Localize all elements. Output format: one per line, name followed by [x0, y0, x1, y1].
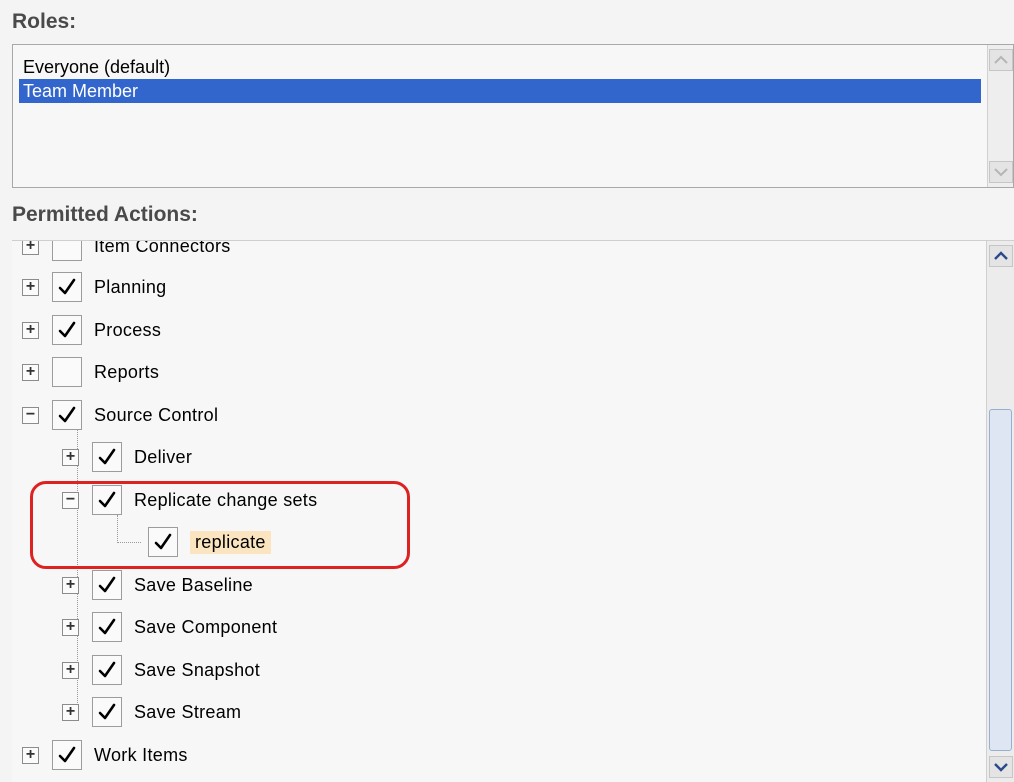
- tree-node-planning[interactable]: + Planning: [22, 272, 166, 302]
- tree-node-label: Save Stream: [134, 701, 242, 722]
- checkmark-icon: [98, 448, 116, 465]
- tree-node-save-component[interactable]: + Save Component: [62, 612, 277, 642]
- expand-icon[interactable]: +: [22, 241, 39, 255]
- tree-node-label: Planning: [94, 276, 167, 297]
- permission-checkbox[interactable]: [92, 697, 122, 727]
- permission-checkbox[interactable]: [52, 740, 82, 770]
- tree-scrollbar[interactable]: [986, 241, 1014, 782]
- expand-icon[interactable]: +: [22, 321, 39, 339]
- expand-icon[interactable]: +: [62, 703, 79, 721]
- chevron-up-icon: [994, 251, 1008, 260]
- checkmark-icon: [58, 321, 76, 338]
- tree-connector-line: [117, 542, 141, 543]
- expand-icon[interactable]: +: [62, 576, 79, 594]
- chevron-down-icon: [994, 168, 1008, 177]
- permission-checkbox[interactable]: [52, 400, 82, 430]
- expand-icon[interactable]: +: [22, 363, 39, 381]
- permission-checkbox[interactable]: [92, 485, 122, 515]
- checkmark-icon: [58, 278, 76, 295]
- permission-checkbox[interactable]: [92, 570, 122, 600]
- permission-checkbox[interactable]: [52, 272, 82, 302]
- permission-checkbox[interactable]: [92, 612, 122, 642]
- tree-node-reports[interactable]: + Reports: [22, 357, 159, 387]
- tree-node-label: Save Snapshot: [134, 659, 260, 680]
- checkmark-icon: [58, 746, 76, 763]
- roles-heading: Roles:: [12, 10, 77, 33]
- tree-node-label: Process: [94, 319, 162, 340]
- tree-node-replicate[interactable]: replicate: [148, 527, 271, 557]
- expand-icon[interactable]: +: [62, 661, 79, 679]
- checkmark-icon: [98, 576, 116, 593]
- permission-checkbox[interactable]: [148, 527, 178, 557]
- roles-list[interactable]: Everyone (default) Team Member: [12, 44, 1014, 188]
- scroll-down-button[interactable]: [989, 161, 1013, 183]
- permitted-actions-heading: Permitted Actions:: [12, 203, 198, 226]
- tree-node-label: Save Component: [134, 616, 278, 637]
- tree-node-save-snapshot[interactable]: + Save Snapshot: [62, 655, 260, 685]
- expand-icon[interactable]: +: [22, 746, 39, 764]
- tree-node-label: replicate: [190, 530, 271, 554]
- checkmark-icon: [58, 406, 76, 423]
- tree-connector-line: [117, 515, 118, 543]
- scroll-up-button[interactable]: [989, 49, 1013, 71]
- checkmark-icon: [98, 703, 116, 720]
- tree-scroll-up-button[interactable]: [989, 245, 1013, 267]
- checkmark-icon: [98, 618, 116, 635]
- permission-checkbox[interactable]: [92, 655, 122, 685]
- tree-node-item-connectors[interactable]: + Item Connectors: [22, 240, 231, 261]
- tree-node-replicate-change-sets[interactable]: − Replicate change sets: [62, 485, 317, 515]
- tree-node-label: Reports: [94, 361, 160, 382]
- checkmark-icon: [98, 491, 116, 508]
- checkmark-icon: [98, 661, 116, 678]
- tree-node-save-baseline[interactable]: + Save Baseline: [62, 570, 253, 600]
- expand-icon[interactable]: +: [62, 618, 79, 636]
- tree-scroll-down-button[interactable]: [989, 756, 1013, 778]
- checkmark-icon: [154, 533, 172, 550]
- expand-icon[interactable]: +: [22, 278, 39, 296]
- tree-node-label: Item Connectors: [94, 240, 231, 256]
- tree-node-source-control[interactable]: − Source Control: [22, 400, 218, 430]
- chevron-down-icon: [994, 763, 1008, 772]
- role-item-everyone[interactable]: Everyone (default): [19, 55, 981, 79]
- permission-checkbox[interactable]: [52, 357, 82, 387]
- chevron-up-icon: [994, 55, 1008, 64]
- tree-node-label: Work Items: [94, 744, 188, 765]
- tree-node-label: Deliver: [134, 446, 193, 467]
- tree-node-label: Replicate change sets: [134, 489, 318, 510]
- expand-icon[interactable]: +: [62, 448, 79, 466]
- collapse-icon[interactable]: −: [22, 406, 39, 424]
- roles-scrollbar[interactable]: [987, 45, 1013, 187]
- tree-node-process[interactable]: + Process: [22, 315, 161, 345]
- tree-node-work-items[interactable]: + Work Items: [22, 740, 188, 770]
- tree-node-label: Save Baseline: [134, 574, 253, 595]
- tree-node-deliver[interactable]: + Deliver: [62, 442, 192, 472]
- permission-checkbox[interactable]: [92, 442, 122, 472]
- tree-node-label: Source Control: [94, 404, 219, 425]
- permission-checkbox[interactable]: [52, 241, 82, 261]
- tree-node-save-stream[interactable]: + Save Stream: [62, 697, 241, 727]
- role-item-team-member[interactable]: Team Member: [19, 79, 981, 103]
- collapse-icon[interactable]: −: [62, 491, 79, 509]
- permission-checkbox[interactable]: [52, 315, 82, 345]
- permitted-actions-tree[interactable]: + Item Connectors + Planning + Process + Report…: [12, 240, 1014, 782]
- tree-scroll-thumb[interactable]: [989, 409, 1012, 751]
